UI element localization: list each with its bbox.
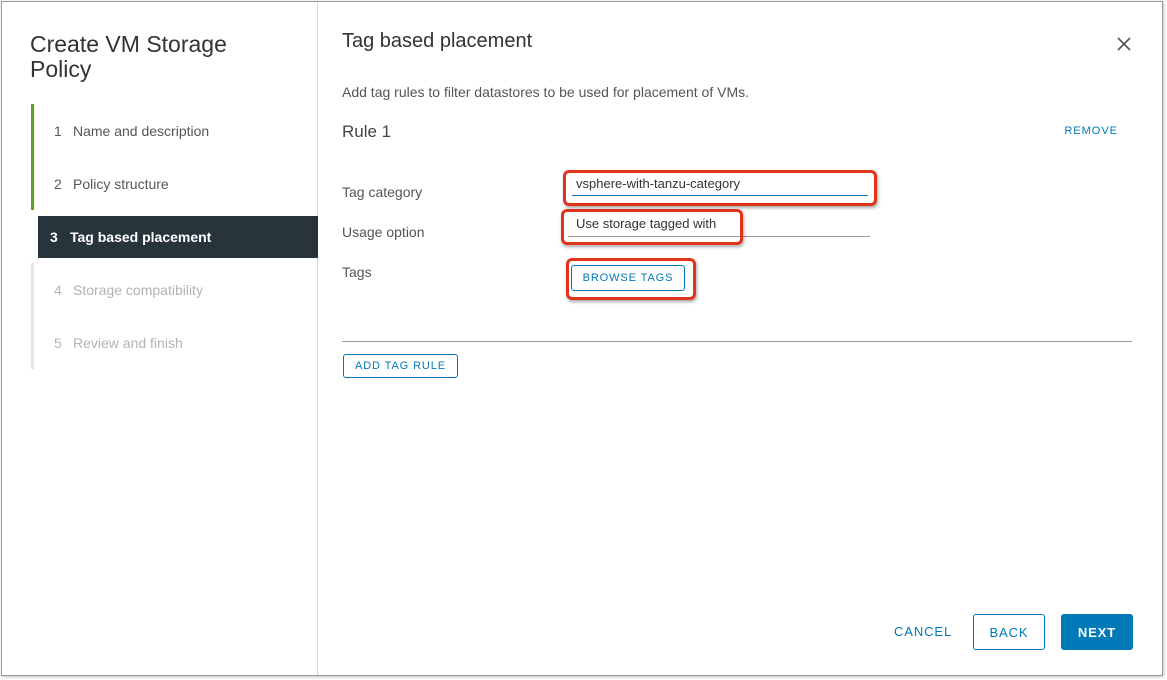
page-description: Add tag rules to filter datastores to be… — [342, 84, 749, 100]
step-label: Tag based placement — [70, 229, 212, 245]
step-number: 4 — [54, 281, 62, 298]
rule-title: Rule 1 — [342, 122, 392, 141]
step-number: 2 — [54, 175, 62, 192]
section-divider — [342, 341, 1132, 342]
add-tag-rule-button[interactable]: ADD TAG RULE — [343, 354, 458, 378]
wizard-step-policy-structure[interactable]: 2 Policy structure — [31, 157, 318, 210]
wizard-step-storage-compatibility: 4 Storage compatibility — [31, 263, 318, 316]
create-vm-storage-policy-dialog: Create VM Storage Policy 1 Name and desc… — [1, 1, 1163, 676]
browse-tags-button[interactable]: BROWSE TAGS — [571, 265, 685, 291]
step-label: Review and finish — [73, 334, 183, 351]
step-number: 3 — [50, 229, 58, 245]
close-icon[interactable] — [1116, 36, 1132, 52]
back-button[interactable]: BACK — [973, 614, 1045, 650]
step-label: Name and description — [73, 122, 210, 139]
wizard-content: Tag based placement Add tag rules to fil… — [342, 2, 1162, 675]
usage-option-select[interactable]: Use storage tagged with — [568, 216, 870, 237]
tag-category-select[interactable]: vsphere-with-tanzu-category — [572, 176, 868, 196]
step-number: 1 — [54, 122, 62, 139]
usage-option-label: Usage option — [342, 224, 425, 240]
wizard-title: Create VM Storage Policy — [30, 31, 227, 82]
tags-label: Tags — [342, 264, 372, 280]
step-label: Policy structure — [73, 175, 169, 192]
step-label: Storage compatibility — [73, 281, 203, 298]
cancel-button[interactable]: CANCEL — [894, 624, 952, 639]
wizard-step-tag-based-placement[interactable]: 3 Tag based placement — [38, 216, 318, 258]
wizard-sidebar: Create VM Storage Policy 1 Name and desc… — [2, 2, 318, 675]
step-number: 5 — [54, 334, 62, 351]
page-title: Tag based placement — [342, 30, 533, 52]
wizard-step-name-and-description[interactable]: 1 Name and description — [31, 104, 318, 157]
wizard-step-review-and-finish: 5 Review and finish — [31, 316, 318, 369]
tag-category-label: Tag category — [342, 184, 423, 200]
remove-rule-button[interactable]: REMOVE — [1064, 125, 1118, 137]
next-button[interactable]: NEXT — [1061, 614, 1133, 650]
wizard-steps: 1 Name and description 2 Policy structur… — [31, 104, 318, 369]
